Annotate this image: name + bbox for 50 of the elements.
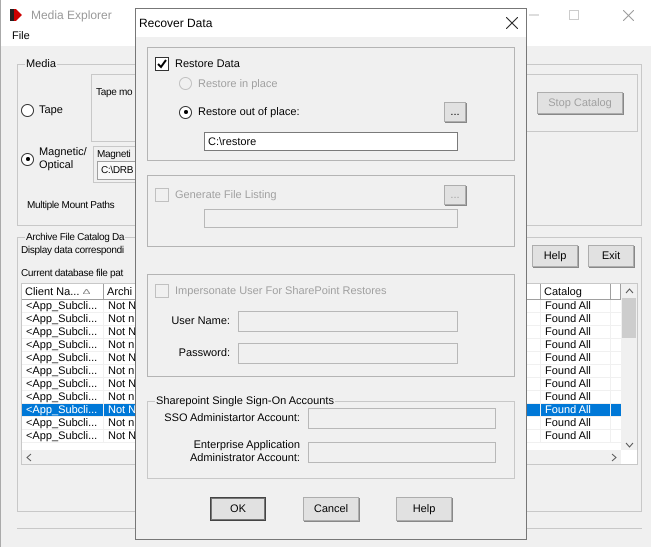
table-cell: Found All <box>541 417 611 429</box>
table-cell: Found All <box>541 404 611 416</box>
radio-label: Restore out of place: <box>198 106 300 118</box>
help-button[interactable]: Help <box>532 245 578 267</box>
help-button[interactable]: Help <box>396 497 452 521</box>
panel-label: Magneti <box>97 149 132 160</box>
browse-button[interactable]: ... <box>444 102 466 122</box>
table-cell: <App_Subcli... <box>22 339 104 351</box>
table-cell: <App_Subcli... <box>22 430 104 442</box>
table-cell: Found All <box>541 313 611 325</box>
ok-button[interactable]: OK <box>210 497 266 521</box>
table-cell: <App_Subcli... <box>22 417 104 429</box>
radio-label: Restore in place <box>198 78 278 90</box>
checkbox-label: Impersonate User For SharePoint Restores <box>175 285 387 297</box>
table-cell: <App_Subcli... <box>22 365 104 377</box>
display-text: Display data correspondi <box>21 245 124 256</box>
menu-item[interactable]: File <box>12 30 30 42</box>
path-text: Current database file pat <box>21 268 124 279</box>
dialog-title: Recover Data <box>139 16 212 30</box>
group-label: Archive File Catalog Da <box>25 232 126 243</box>
restore-path-field[interactable]: C:\restore <box>204 132 458 151</box>
table-cell: Found All <box>541 326 611 338</box>
checkbox-label: Generate File Listing <box>175 189 276 201</box>
table-cell: Found All <box>541 365 611 377</box>
column-header[interactable]: Catalog <box>541 284 611 300</box>
table-cell: Found All <box>541 300 611 312</box>
field-label: User Name: <box>170 315 230 328</box>
table-cell: <App_Subcli... <box>22 326 104 338</box>
table-cell: <App_Subcli... <box>22 300 104 312</box>
panel-label: Tape mo <box>96 87 134 98</box>
field-label: Enterprise Application Administrator Account: <box>188 439 300 465</box>
window-title: Media Explorer <box>31 8 113 22</box>
table-cell: <App_Subcli... <box>22 404 104 416</box>
table-cell: Found All <box>541 339 611 351</box>
table-cell: <App_Subcli... <box>22 391 104 403</box>
cancel-button[interactable]: Cancel <box>303 497 359 521</box>
table-cell: <App_Subcli... <box>22 378 104 390</box>
mount-paths-label: Multiple Mount Paths <box>27 200 116 211</box>
table-cell: <App_Subcli... <box>22 352 104 364</box>
group-label: Media <box>25 58 57 70</box>
table-cell: Found All <box>541 352 611 364</box>
table-cell: Found All <box>541 391 611 403</box>
checkbox-label: Restore Data <box>175 58 240 70</box>
exit-button[interactable]: Exit <box>588 245 634 267</box>
radio-label: Magnetic/ Optical <box>39 146 88 172</box>
table-cell: Found All <box>541 378 611 390</box>
radio-label: Tape <box>39 104 64 116</box>
column-header[interactable]: Client Na... <box>22 284 104 300</box>
table-cell: Found All <box>541 430 611 442</box>
table-cell: <App_Subcli... <box>22 313 104 325</box>
